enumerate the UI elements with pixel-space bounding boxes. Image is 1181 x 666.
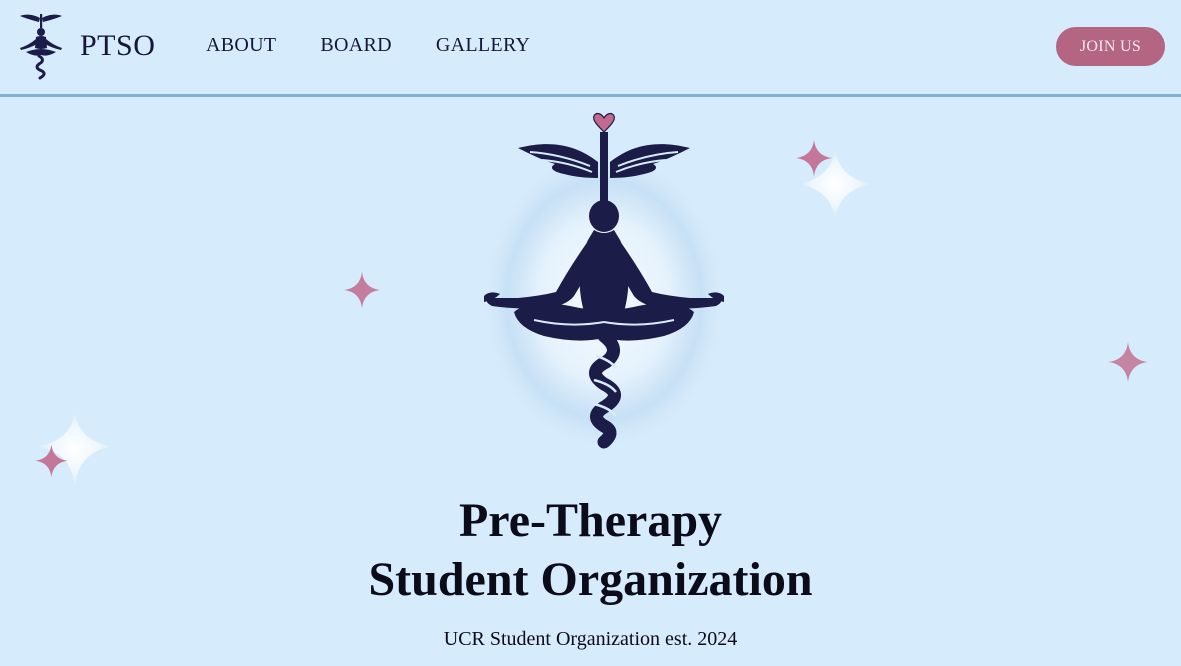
nav-about[interactable]: ABOUT	[206, 34, 276, 57]
brand-name: PTSO	[80, 29, 156, 62]
hero-subtitle: UCR Student Organization est. 2024	[443, 628, 738, 650]
hero-title-line-2: Student Organization	[368, 553, 813, 606]
sparkle-icon	[1108, 342, 1148, 382]
hero-title-line-1: Pre-Therapy	[458, 494, 723, 547]
sparkle-icon	[796, 140, 872, 220]
nav-board[interactable]: BOARD	[320, 34, 392, 57]
nav-gallery[interactable]: GALLERY	[436, 34, 530, 57]
sparkle-icon	[35, 410, 113, 488]
primary-nav: ABOUT BOARD GALLERY	[206, 34, 574, 57]
heart-icon	[593, 112, 615, 133]
ptso-logo-icon	[20, 14, 62, 80]
caduceus-meditation-logo	[482, 112, 726, 450]
navbar: PTSO ABOUT BOARD GALLERY JOIN US	[0, 0, 1181, 97]
sparkle-icon	[344, 272, 380, 308]
brand[interactable]: PTSO	[16, 12, 155, 80]
join-us-button[interactable]: JOIN US	[1056, 27, 1165, 66]
